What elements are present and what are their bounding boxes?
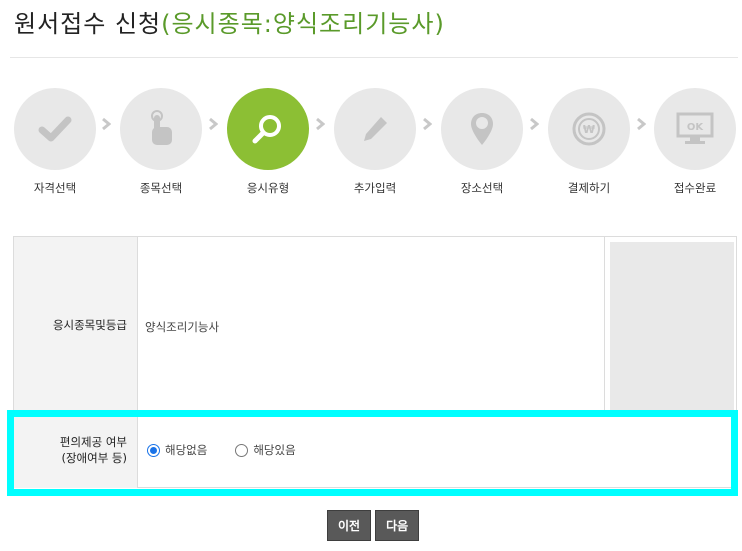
navigation-buttons: 이전 다음	[327, 510, 420, 541]
exam-item-value: 양식조리기능사	[145, 320, 220, 334]
step-circle	[14, 88, 96, 170]
svg-text:₩: ₩	[583, 123, 595, 136]
search-icon	[252, 115, 281, 144]
radio-applicable[interactable]: 해당있음	[235, 442, 296, 458]
pencil-icon	[364, 117, 387, 141]
check-icon	[38, 116, 72, 142]
step-location: 장소선택	[440, 88, 524, 196]
next-button[interactable]: 다음	[375, 510, 420, 541]
chevron-right-icon	[206, 114, 220, 134]
step-payment: ₩ 결제하기	[547, 88, 631, 196]
exam-item-label: 응시종목및등급	[52, 318, 127, 332]
step-circle	[334, 88, 416, 170]
radio-button[interactable]	[235, 443, 249, 457]
step-label: 결제하기	[567, 181, 611, 195]
radio-not-applicable[interactable]: 해당없음	[147, 442, 207, 458]
step-label: 자격선택	[33, 181, 77, 195]
accommodation-label-line2: (장애여부 등)	[61, 451, 127, 465]
accommodation-label-line1: 편의제공 여부	[59, 435, 127, 449]
step-qualification: 자격선택	[13, 88, 97, 196]
step-label: 장소선택	[460, 181, 504, 195]
step-label: 접수완료	[673, 181, 717, 195]
prev-button[interactable]: 이전	[327, 510, 372, 541]
step-circle: ₩	[548, 88, 630, 170]
step-circle	[120, 88, 202, 170]
photo-column	[604, 237, 737, 411]
progress-steps: 자격선택 종목선택 응시유형 추가입력 장소선택 ₩ 결제하기 OK 접수완료	[0, 82, 742, 202]
step-complete: OK 접수완료	[653, 88, 737, 196]
page-title-subtitle: (응시종목:양식조리기능사)	[161, 10, 445, 38]
page-title: 원서접수 신청(응시종목:양식조리기능사)	[14, 4, 445, 39]
svg-text:OK: OK	[687, 122, 705, 133]
accommodation-radio-group: 해당없음 해당있음	[147, 442, 324, 458]
step-label: 종목선택	[139, 181, 183, 195]
applicant-photo	[610, 242, 734, 410]
ok-monitor-icon: OK	[676, 112, 714, 144]
step-item: 종목선택	[119, 88, 203, 196]
hand-pointer-icon	[151, 110, 172, 145]
won-coin-icon: ₩	[572, 112, 606, 146]
exam-item-header: 응시종목및등급	[14, 237, 138, 411]
chevron-right-icon	[634, 114, 648, 134]
radio-label: 해당있음	[253, 443, 296, 457]
step-circle	[441, 88, 523, 170]
chevron-right-icon	[527, 114, 541, 134]
radio-label: 해당없음	[165, 443, 208, 457]
step-label: 응시유형	[246, 181, 290, 195]
chevron-right-icon	[99, 114, 113, 134]
radio-button-checked[interactable]	[147, 443, 160, 457]
map-pin-icon	[471, 113, 493, 145]
accommodation-header: 편의제공 여부 (장애여부 등)	[14, 412, 138, 488]
title-divider	[10, 57, 738, 58]
application-form-table: 응시종목및등급 양식조리기능사 편의제공 여부 (장애여부 등) 해당없음 해당…	[13, 236, 737, 488]
chevron-right-icon	[420, 114, 434, 134]
step-circle-active	[227, 88, 309, 170]
step-label: 추가입력	[353, 181, 397, 195]
step-additional-input: 추가입력	[333, 88, 417, 196]
step-exam-type: 응시유형	[226, 88, 310, 196]
page-title-main: 원서접수 신청	[14, 10, 162, 38]
chevron-right-icon	[313, 114, 327, 134]
step-circle: OK	[654, 88, 736, 170]
